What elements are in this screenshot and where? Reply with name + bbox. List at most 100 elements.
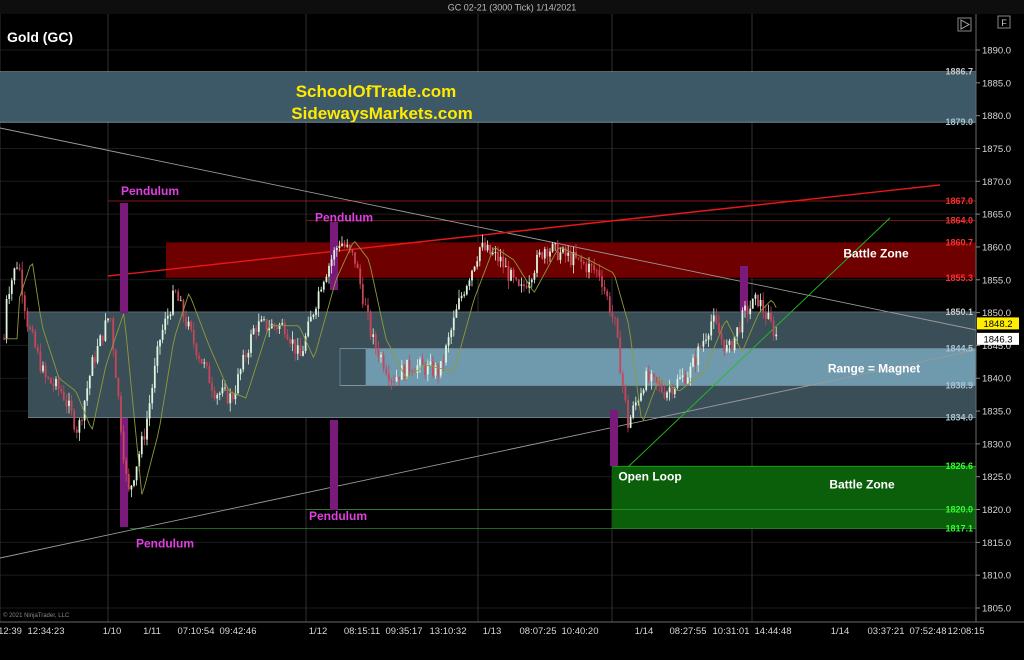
- candle-body: [372, 334, 375, 337]
- candle-body: [39, 351, 42, 372]
- candle-body: [127, 473, 130, 490]
- candle-body: [276, 326, 278, 329]
- candle-body: [312, 314, 315, 317]
- candle-body: [689, 366, 692, 378]
- candle-body: [523, 284, 525, 287]
- candle-body: [549, 251, 551, 257]
- candle-body: [94, 357, 96, 363]
- candle-body: [117, 378, 120, 397]
- candle-body: [294, 339, 297, 354]
- candle-body: [408, 359, 411, 372]
- candle-body: [621, 373, 624, 386]
- candle-body: [556, 243, 559, 260]
- price-marker-label: 1848.2: [983, 319, 1012, 330]
- level-label: 1817.1: [945, 524, 973, 534]
- annotation-label: Pendulum: [121, 184, 179, 198]
- candle-body: [109, 318, 112, 320]
- candle-body: [335, 247, 338, 251]
- candle-body: [504, 266, 507, 268]
- top-zone: [0, 71, 976, 123]
- candle-body: [151, 388, 154, 404]
- price-chart[interactable]: 1886.7 1879.0 1867.0 1864.0 1860.7 1855.3 1850…: [0, 0, 1024, 660]
- candle-body: [380, 355, 382, 358]
- candle-body: [65, 400, 68, 407]
- candle-body: [164, 318, 167, 330]
- candle-body: [237, 374, 239, 394]
- level-label: 1826.6: [945, 461, 973, 471]
- candle-body: [520, 284, 523, 286]
- candle-body: [406, 359, 408, 379]
- candle-body: [224, 387, 226, 389]
- candle-body: [390, 380, 393, 382]
- candle-body: [60, 388, 63, 392]
- candle-body: [169, 314, 172, 316]
- candle-body: [226, 387, 229, 404]
- candle-body: [460, 295, 463, 299]
- candle-body: [515, 277, 518, 280]
- y-tick-label: 1825.0: [982, 472, 1011, 483]
- candle-body: [73, 410, 76, 430]
- candle-body: [725, 344, 728, 352]
- candle-body: [317, 291, 320, 309]
- x-tick-label: 13:10:32: [430, 626, 467, 637]
- candle-body: [125, 459, 128, 474]
- candle-body: [99, 335, 102, 347]
- candle-body: [75, 429, 78, 433]
- promo-line-1: SchoolOfTrade.com: [296, 82, 457, 101]
- candle-body: [595, 270, 598, 271]
- candle-body: [29, 327, 31, 329]
- x-axis-ticks: 12:39 12:34:23 1/10 1/11 07:10:54 09:42:46 1/1…: [0, 626, 984, 637]
- candle-body: [445, 345, 447, 363]
- candle-body: [122, 431, 125, 460]
- x-tick-label: 1/13: [483, 626, 502, 637]
- candle-body: [346, 245, 349, 247]
- candle-body: [705, 339, 707, 341]
- candle-body: [351, 249, 354, 253]
- candle-body: [377, 347, 380, 358]
- candle-body: [650, 374, 653, 382]
- candle-body: [749, 308, 752, 315]
- candle-body: [577, 257, 580, 259]
- candle-body: [720, 333, 723, 340]
- candle-body: [140, 436, 143, 455]
- candle-body: [432, 361, 434, 376]
- candle-body: [278, 324, 281, 329]
- pendulum-bar: [120, 203, 128, 313]
- candle-body: [590, 263, 593, 266]
- candle-body: [611, 313, 614, 318]
- candle-body: [751, 298, 754, 309]
- candle-body: [580, 257, 583, 262]
- candle-body: [244, 354, 247, 358]
- candle-body: [692, 358, 694, 367]
- candle-body: [44, 365, 47, 377]
- candle-body: [699, 346, 702, 348]
- candle-body: [55, 378, 57, 387]
- level-label: 1867.0: [945, 196, 973, 206]
- candle-body: [78, 420, 81, 433]
- candle-body: [421, 359, 424, 365]
- candle-body: [762, 299, 765, 313]
- candle-body: [627, 400, 629, 428]
- candle-body: [468, 280, 471, 286]
- candle-body: [463, 294, 466, 296]
- candle-body: [697, 346, 700, 366]
- candle-body: [130, 485, 133, 490]
- candle-body: [624, 385, 627, 401]
- candle-body: [369, 312, 372, 337]
- candle-body: [187, 321, 190, 327]
- x-tick-label: 10:40:20: [562, 626, 599, 637]
- level-label: 1844.5: [945, 344, 973, 354]
- candle-body: [770, 312, 772, 321]
- candle-body: [387, 373, 390, 381]
- annotation-label: Range = Magnet: [828, 361, 920, 375]
- candle-body: [465, 285, 468, 295]
- copyright: © 2021 NinjaTrader, LLC: [3, 612, 70, 619]
- candle-body: [190, 321, 193, 330]
- annotation-label: Open Loop: [618, 470, 681, 484]
- annotation-label: Battle Zone: [843, 247, 909, 261]
- x-tick-label: 07:52:48: [910, 626, 947, 637]
- candle-body: [13, 268, 16, 281]
- x-tick-label: 09:35:17: [386, 626, 423, 637]
- candle-body: [676, 378, 679, 388]
- candle-body: [281, 322, 284, 325]
